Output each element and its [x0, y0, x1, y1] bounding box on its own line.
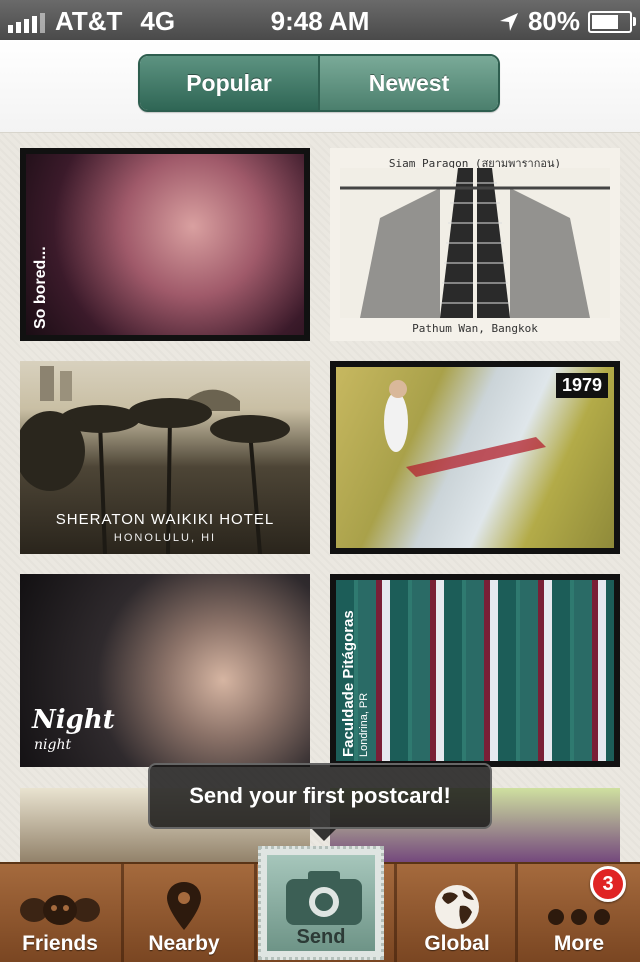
segment-newest[interactable]: Newest [318, 56, 498, 110]
tab-global[interactable]: Global [398, 864, 516, 962]
postcard-photo: So bored... [26, 154, 304, 335]
postcard-location: HONOLULU, HI [113, 532, 217, 544]
postcard-tile[interactable]: 1979 [330, 361, 620, 554]
battery-percent: 80% [527, 6, 580, 36]
tab-divider [254, 864, 257, 962]
postcard-tile[interactable]: Siam Paragon (สยามพารากอน) Pathum Wan, B… [330, 148, 620, 341]
status-right: 80% [498, 6, 636, 37]
escalator-photo [340, 168, 610, 318]
feed-segmented-control: Popular Newest [138, 54, 500, 112]
year-badge: 1979 [555, 373, 608, 398]
tab-label: More [553, 932, 605, 955]
tab-label: Friends [22, 932, 98, 955]
postcard-tile[interactable]: SHERATON WAIKIKI HOTEL HONOLULU, HI [20, 361, 310, 554]
tab-label: Nearby [148, 932, 220, 955]
location-arrow-icon [499, 12, 518, 31]
postcard-tile[interactable]: So bored... [20, 148, 310, 341]
location-pin-icon [167, 882, 201, 930]
tab-friends[interactable]: Friends [0, 864, 120, 962]
status-bar: AT&T 4G 9:48 AM 80% [0, 0, 640, 40]
postcard-caption: SHERATON WAIKIKI HOTEL [55, 511, 275, 528]
camera-icon [286, 871, 362, 925]
postcard-location: Pathum Wan, Bangkok [412, 322, 538, 335]
postcard-subcaption: night [34, 737, 72, 753]
notification-badge: 3 [590, 866, 626, 902]
tooltip-text: Send your first postcard! [189, 783, 451, 808]
tab-label: Send [296, 926, 346, 948]
postcard-caption: Faculdade Pitágoras [340, 610, 357, 757]
send-tooltip: Send your first postcard! [148, 763, 492, 841]
postcard-photo: Faculdade Pitágoras Londrina, PR [336, 580, 614, 761]
tab-divider [394, 864, 397, 962]
globe-icon [435, 885, 479, 929]
postcard-tile[interactable]: Night night [20, 574, 310, 767]
header: Popular Newest [0, 40, 640, 133]
postcard-photo: 1979 [336, 367, 614, 548]
postcard-tile[interactable]: Faculdade Pitágoras Londrina, PR [330, 574, 620, 767]
tab-nearby[interactable]: Nearby [124, 864, 244, 962]
friends-icon [20, 895, 100, 925]
tab-send[interactable]: Send [258, 846, 384, 960]
postcard-grid: So bored... Siam Paragon (สยามพารากอน) P… [0, 133, 640, 863]
segment-popular[interactable]: Popular [140, 56, 318, 110]
battery-icon [588, 10, 636, 33]
more-dots-icon [548, 909, 610, 925]
postcard-location: Londrina, PR [358, 692, 370, 757]
tab-label: Global [424, 932, 490, 955]
postcard-caption: So bored... [32, 246, 49, 329]
postcard-caption: Night [32, 705, 115, 735]
send-stamp-face: Send [267, 855, 375, 951]
